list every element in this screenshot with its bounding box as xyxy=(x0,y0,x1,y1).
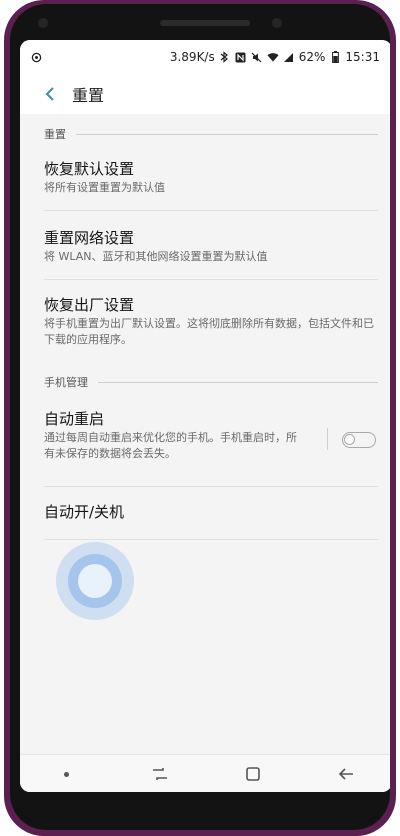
network-speed: 3.89K/s xyxy=(169,50,215,64)
phone-frame: 3.89K/s 62% 15:31 重置 重置 恢复默认设置 将所有设置重置为默… xyxy=(4,0,396,836)
battery-icon xyxy=(329,51,341,63)
section-title: 重置 xyxy=(44,128,66,141)
recents-icon xyxy=(152,768,167,780)
dot-icon xyxy=(64,771,69,777)
section-divider xyxy=(98,381,378,383)
sensor-icon xyxy=(38,18,48,28)
nav-dot-button[interactable] xyxy=(37,755,97,792)
screen: 3.89K/s 62% 15:31 重置 重置 恢复默认设置 将所有设置重置为默… xyxy=(20,40,390,792)
item-title: 重置网络设置 xyxy=(44,229,135,247)
recents-button[interactable] xyxy=(130,755,190,792)
item-restore-defaults[interactable]: 恢复默认设置 将所有设置重置为默认值 xyxy=(20,154,390,210)
item-title: 自动开/关机 xyxy=(44,503,125,521)
item-subtitle: 将手机重置为出厂默认设置。这将彻底删除所有数据，包括文件和已下载的应用程序。 xyxy=(44,317,374,346)
item-factory-reset[interactable]: 恢复出厂设置 将手机重置为出厂默认设置。这将彻底删除所有数据，包括文件和已下载的… xyxy=(20,280,390,362)
page-title: 重置 xyxy=(72,86,105,105)
back-button[interactable] xyxy=(30,74,70,114)
section-header-reset: 重置 xyxy=(20,114,390,154)
clock: 15:31 xyxy=(345,50,380,64)
navigation-bar xyxy=(20,754,390,792)
silent-icon xyxy=(251,51,263,63)
section-divider xyxy=(76,133,378,135)
section-title: 手机管理 xyxy=(44,376,88,389)
nfc-icon xyxy=(235,51,247,63)
battery-percent: 62% xyxy=(298,50,326,64)
sync-icon xyxy=(30,51,42,63)
status-bar: 3.89K/s 62% 15:31 xyxy=(20,40,390,74)
app-bar: 重置 xyxy=(20,74,390,114)
item-title: 恢复出厂设置 xyxy=(44,296,135,314)
section-header-management: 手机管理 xyxy=(20,362,390,402)
phone-bezel: 3.89K/s 62% 15:31 重置 重置 恢复默认设置 将所有设置重置为默… xyxy=(10,4,390,830)
home-icon xyxy=(245,767,260,781)
toggle-knob xyxy=(344,434,355,445)
touch-indicator-center xyxy=(78,564,112,598)
signal-icon xyxy=(283,51,295,63)
settings-list: 重置 恢复默认设置 将所有设置重置为默认值 重置网络设置 将 WLAN、蓝牙和其… xyxy=(20,114,390,754)
item-title: 恢复默认设置 xyxy=(44,160,135,178)
divider xyxy=(44,539,378,540)
home-button[interactable] xyxy=(223,755,283,792)
wifi-icon xyxy=(267,51,279,63)
item-subtitle: 将所有设置重置为默认值 xyxy=(44,181,165,194)
front-camera-icon xyxy=(272,18,282,28)
bluetooth-icon xyxy=(219,51,231,63)
item-subtitle: 通过每周自动重启来优化您的手机。手机重启时，所有未保存的数据将会丢失。 xyxy=(44,431,297,460)
toggle-separator xyxy=(327,428,328,450)
item-title: 自动重启 xyxy=(44,410,105,428)
back-nav-button[interactable] xyxy=(316,755,376,792)
item-subtitle: 将 WLAN、蓝牙和其他网络设置重置为默认值 xyxy=(44,250,268,263)
back-icon xyxy=(338,768,353,780)
item-auto-restart[interactable]: 自动重启 通过每周自动重启来优化您的手机。手机重启时，所有未保存的数据将会丢失。 xyxy=(20,402,390,486)
item-reset-network[interactable]: 重置网络设置 将 WLAN、蓝牙和其他网络设置重置为默认值 xyxy=(20,211,390,279)
item-auto-power-on-off[interactable]: 自动开/关机 xyxy=(20,487,390,539)
earpiece-speaker xyxy=(160,20,250,26)
auto-restart-toggle[interactable] xyxy=(342,432,376,448)
chevron-left-icon xyxy=(45,87,54,101)
